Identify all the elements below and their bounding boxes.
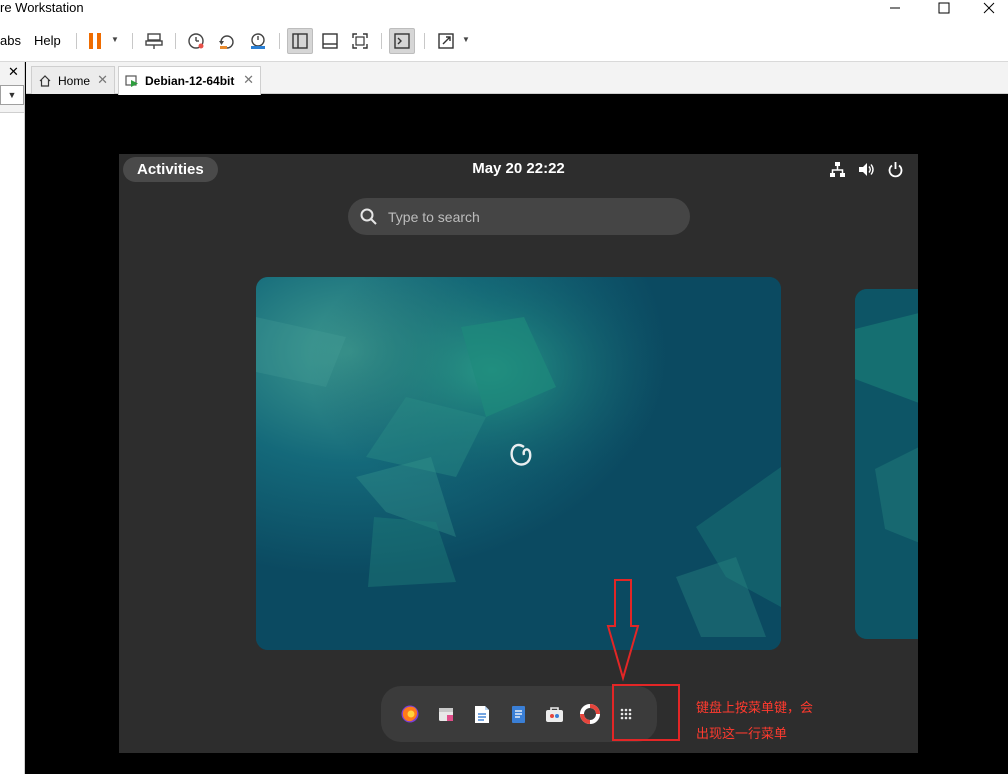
show-library-button[interactable] bbox=[287, 28, 313, 54]
snapshot-manager-button[interactable] bbox=[245, 28, 271, 54]
search-icon bbox=[360, 208, 378, 226]
maximize-button[interactable] bbox=[921, 0, 967, 18]
tab-close-icon[interactable]: ✕ bbox=[97, 72, 108, 88]
stretch-dropdown-icon[interactable]: ▼ bbox=[462, 35, 470, 44]
menu-help[interactable]: Help bbox=[34, 33, 61, 48]
close-icon bbox=[983, 2, 995, 14]
firefox-icon[interactable] bbox=[398, 702, 422, 726]
fullscreen-icon bbox=[352, 33, 368, 49]
toolbar-separator bbox=[381, 33, 382, 49]
vm-running-icon bbox=[125, 74, 139, 88]
library-close-icon[interactable]: ✕ bbox=[8, 64, 19, 80]
maximize-icon bbox=[938, 2, 950, 14]
pause-button[interactable] bbox=[82, 28, 108, 54]
guest-display[interactable]: Activities May 20 22:22 Type to search bbox=[119, 154, 918, 753]
network-wired-icon bbox=[830, 162, 845, 177]
gnome-top-bar: Activities May 20 22:22 bbox=[119, 154, 918, 185]
pause-dropdown-icon[interactable]: ▼ bbox=[111, 35, 119, 44]
window-title: re Workstation bbox=[0, 0, 84, 15]
minimize-icon bbox=[890, 7, 900, 9]
stretch-icon bbox=[438, 33, 454, 49]
software-icon[interactable] bbox=[542, 702, 566, 726]
chevron-down-icon: ▼ bbox=[7, 90, 17, 100]
window-titlebar: re Workstation bbox=[0, 0, 1008, 20]
overview-search-field[interactable]: Type to search bbox=[348, 198, 690, 235]
tab-debian-vm[interactable]: Debian-12-64bit ✕ bbox=[118, 66, 261, 95]
pause-icon bbox=[89, 33, 101, 49]
send-ctrl-alt-del-button[interactable] bbox=[141, 28, 167, 54]
library-list[interactable] bbox=[0, 112, 24, 774]
debian-wallpaper bbox=[256, 277, 781, 650]
full-screen-button[interactable] bbox=[347, 28, 373, 54]
annotation-note: 键盘上按菜单键，会 出现这一行菜单 bbox=[696, 696, 856, 748]
workspace-thumbnail-next[interactable] bbox=[855, 289, 918, 639]
minimize-button[interactable] bbox=[872, 0, 918, 18]
help-icon[interactable] bbox=[578, 702, 602, 726]
toolbar-separator bbox=[132, 33, 133, 49]
bottom-bar-layout-icon bbox=[322, 33, 338, 49]
terminal-icon bbox=[394, 33, 410, 49]
power-icon bbox=[888, 162, 903, 178]
keyboard-send-icon bbox=[145, 33, 163, 49]
library-filter-dropdown[interactable]: ▼ bbox=[0, 85, 24, 105]
tab-strip: Home ✕ Debian-12-64bit ✕ bbox=[26, 62, 1008, 95]
debian-wallpaper bbox=[855, 289, 918, 639]
calendar-icon[interactable] bbox=[434, 702, 458, 726]
system-status-area[interactable] bbox=[829, 161, 904, 178]
snapshot-manager-icon bbox=[251, 33, 265, 49]
search-placeholder: Type to search bbox=[388, 208, 480, 225]
toolbar-separator bbox=[279, 33, 280, 49]
tab-close-icon[interactable]: ✕ bbox=[243, 72, 254, 88]
show-thumbnail-bar-button[interactable] bbox=[317, 28, 343, 54]
tab-home[interactable]: Home ✕ bbox=[31, 66, 115, 94]
toolbar-separator bbox=[424, 33, 425, 49]
console-view-button[interactable] bbox=[389, 28, 415, 54]
toolbar-separator bbox=[76, 33, 77, 49]
annotation-note-line1: 键盘上按菜单键，会 bbox=[696, 701, 814, 716]
tab-label: Home bbox=[58, 73, 91, 88]
close-button[interactable] bbox=[966, 0, 1008, 18]
revert-icon bbox=[219, 35, 234, 49]
toolbar-separator bbox=[175, 33, 176, 49]
workspace-thumbnail[interactable] bbox=[256, 277, 781, 650]
annotation-highlight-box bbox=[612, 684, 680, 741]
menu-tabs[interactable]: abs bbox=[0, 33, 21, 48]
snapshot-button[interactable] bbox=[183, 28, 209, 54]
document-icon[interactable] bbox=[506, 702, 530, 726]
stretch-guest-button[interactable] bbox=[433, 28, 459, 54]
sidebar-layout-icon bbox=[292, 33, 308, 49]
annotation-arrow-icon bbox=[606, 579, 640, 682]
clock-icon bbox=[188, 33, 204, 49]
revert-snapshot-button[interactable] bbox=[214, 28, 240, 54]
main-toolbar: abs Help ▼ ▼ bbox=[0, 20, 1008, 62]
volume-icon bbox=[859, 163, 874, 176]
text-editor-icon[interactable] bbox=[470, 702, 494, 726]
tab-label: Debian-12-64bit bbox=[145, 74, 235, 88]
library-panel: ✕ ▼ bbox=[0, 62, 25, 774]
annotation-note-line2: 出现这一行菜单 bbox=[696, 727, 788, 742]
home-icon bbox=[38, 74, 52, 88]
clock[interactable]: May 20 22:22 bbox=[119, 160, 918, 177]
